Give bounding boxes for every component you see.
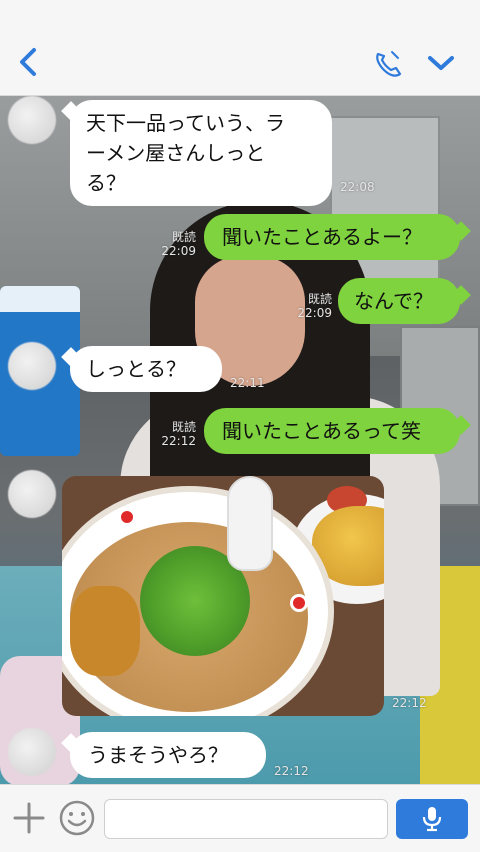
voice-button[interactable] — [396, 799, 468, 839]
message-time: 22:08 — [340, 180, 375, 194]
bamboo-shoots — [70, 586, 140, 676]
message-text-line: る？ — [86, 171, 126, 195]
avatar[interactable] — [8, 470, 56, 518]
read-label: 既読 — [171, 420, 196, 434]
avatar[interactable] — [8, 342, 56, 390]
read-label: 既読 — [307, 292, 332, 306]
message-input[interactable] — [104, 799, 388, 839]
message-read-status: 既読 22:09 — [150, 230, 196, 258]
photo-message[interactable] — [62, 476, 384, 716]
message-bubble[interactable]: なんで？ — [338, 278, 460, 324]
message-time: 22:12 — [161, 434, 196, 448]
message-bubble[interactable]: 聞いたことあるよー？ — [204, 214, 460, 260]
microphone-icon — [422, 807, 442, 832]
chat-header — [0, 0, 480, 96]
message-time: 22:09 — [297, 306, 332, 320]
message-text: なんで？ — [354, 289, 433, 313]
message-text: 聞いたことあるって笑 — [222, 419, 421, 443]
message-time: 22:12 — [274, 764, 309, 778]
message-text-line: ーメン屋さんしっと — [86, 141, 266, 165]
message-text: しっとる？ — [86, 357, 186, 381]
bowl-logo — [290, 594, 308, 612]
soup-spoon — [227, 476, 273, 571]
message-time: 22:11 — [230, 376, 265, 390]
phone-icon[interactable] — [370, 48, 406, 80]
message-text: 聞いたことあるよー？ — [222, 225, 422, 249]
message-read-status: 既読 22:12 — [150, 420, 196, 448]
message-bubble[interactable]: しっとる？ — [70, 346, 222, 392]
chevron-left-icon[interactable] — [14, 44, 44, 80]
message-text: うまそうやろ？ — [88, 743, 228, 767]
message-bubble[interactable]: 天下一品っていう、ラ ーメン屋さんしっと る？ — [70, 100, 332, 206]
read-label: 既読 — [171, 230, 196, 244]
avatar[interactable] — [8, 728, 56, 776]
message-time: 22:09 — [161, 244, 196, 258]
message-composer — [0, 784, 480, 852]
avatar[interactable] — [8, 96, 56, 144]
bowl-logo — [118, 508, 136, 526]
chat-area[interactable]: 天下一品っていう、ラ ーメン屋さんしっと る？ 22:08 既読 22:09 聞… — [0, 96, 480, 784]
plus-icon[interactable] — [12, 801, 46, 835]
message-bubble[interactable]: 聞いたことあるって笑 — [204, 408, 460, 454]
message-read-status: 既読 22:09 — [286, 292, 332, 320]
chevron-down-icon[interactable] — [424, 50, 458, 76]
message-time: 22:12 — [392, 696, 427, 710]
message-bubble[interactable]: うまそうやろ？ — [70, 732, 266, 778]
emoji-icon[interactable] — [58, 799, 96, 837]
background-cooler-lid — [0, 286, 80, 312]
message-text-line: 天下一品っていう、ラ — [86, 111, 285, 135]
